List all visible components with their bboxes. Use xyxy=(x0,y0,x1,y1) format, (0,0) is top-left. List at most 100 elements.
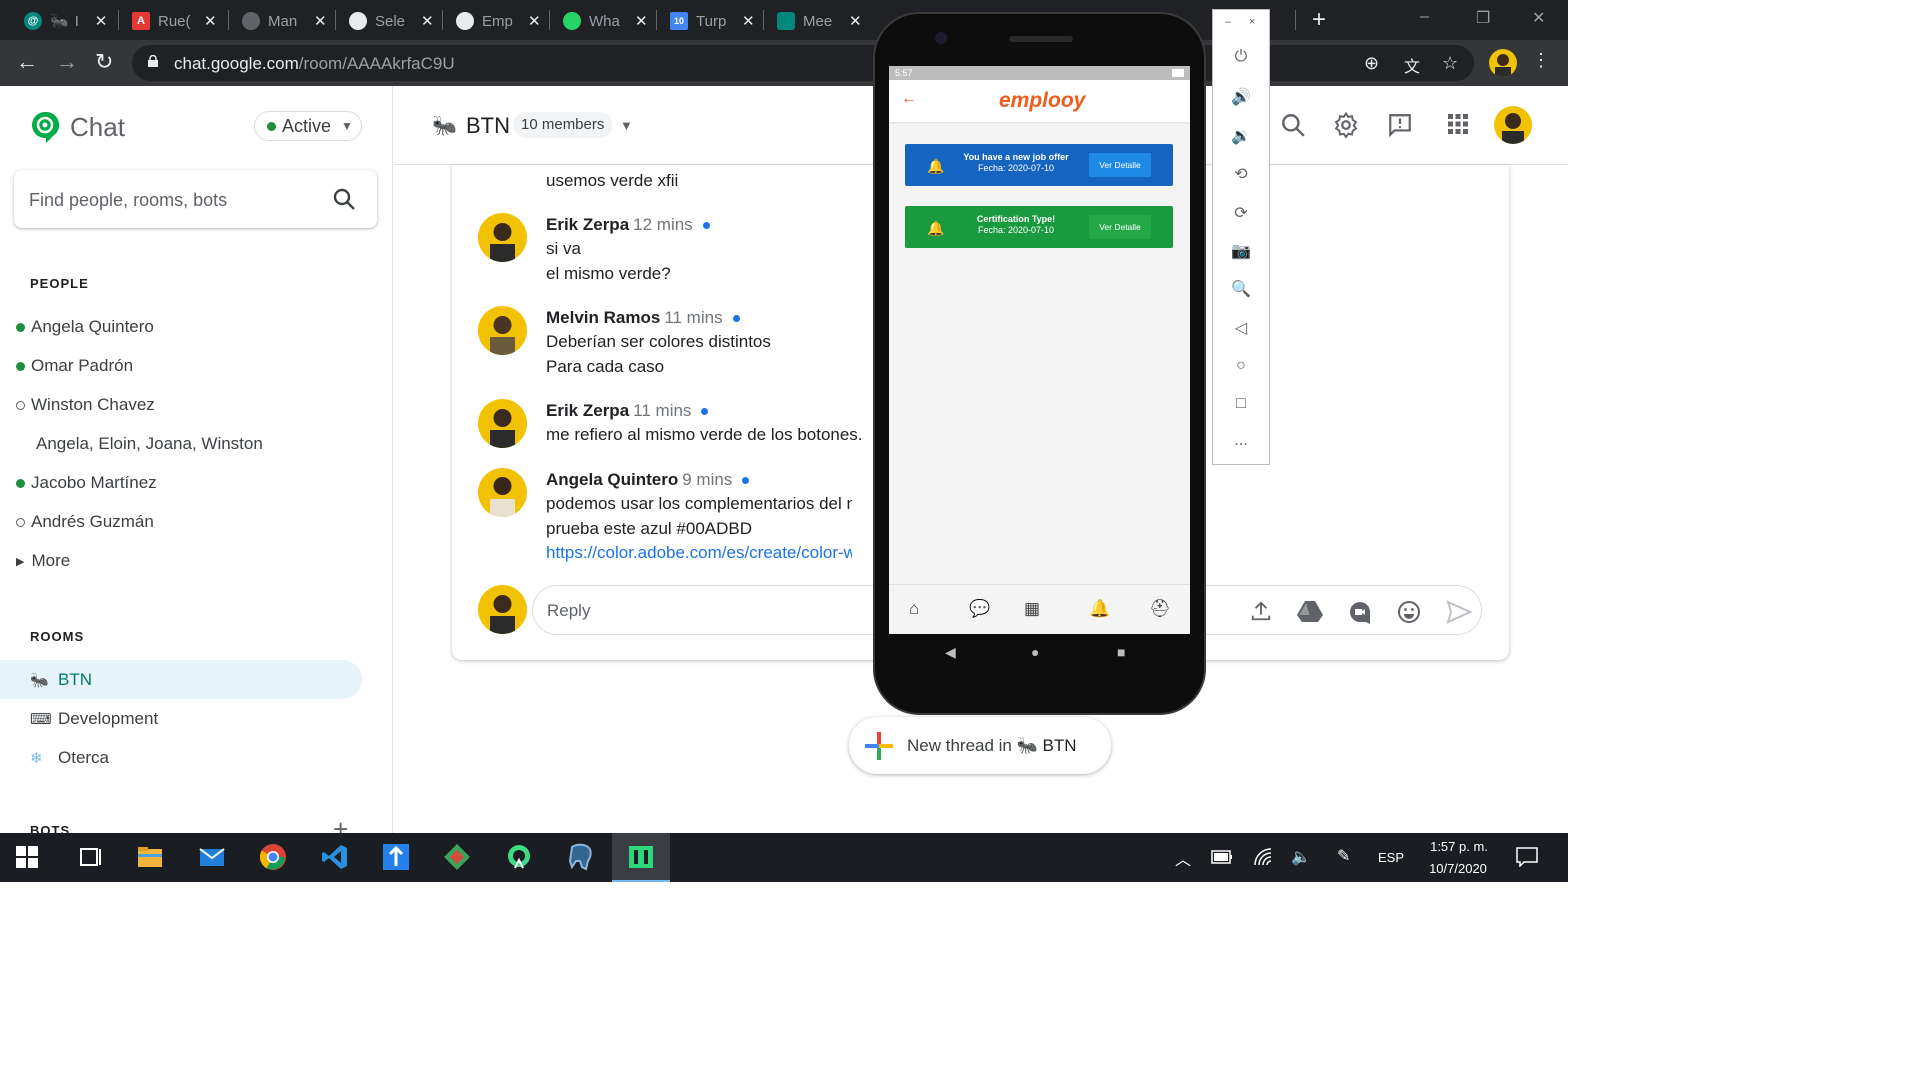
android-emulator-icon[interactable] xyxy=(627,843,655,871)
chevron-down-icon[interactable]: ▼ xyxy=(620,118,633,133)
vscode-icon[interactable] xyxy=(321,843,349,871)
avatar[interactable] xyxy=(478,399,527,448)
sidebar-item-person[interactable]: Jacobo Martínez xyxy=(16,473,157,493)
tab-6[interactable]: Wha ✕ xyxy=(563,6,648,36)
pen-icon[interactable]: ✎ xyxy=(1337,846,1350,866)
upload-icon[interactable] xyxy=(1250,600,1272,622)
avatar[interactable] xyxy=(478,468,527,517)
restore-window-icon[interactable]: ❐ xyxy=(1476,8,1490,28)
bell-icon[interactable]: 🔔 xyxy=(1089,599,1110,619)
volume-up-icon[interactable]: 🔊 xyxy=(1213,87,1269,107)
close-window-icon[interactable]: ✕ xyxy=(1532,8,1545,28)
back-triangle-icon[interactable]: ◁ xyxy=(1213,318,1269,338)
members-badge[interactable]: 10 members xyxy=(513,112,613,138)
sidebar-item-room-oterca[interactable]: ❄ Oterca xyxy=(0,738,362,777)
close-tab-icon[interactable]: ✕ xyxy=(95,12,108,30)
tab-8[interactable]: Mee ✕ xyxy=(777,6,862,36)
search-input[interactable]: Find people, rooms, bots xyxy=(14,170,377,228)
add-bot-button[interactable]: + xyxy=(333,814,348,833)
gear-icon[interactable] xyxy=(1333,112,1359,138)
close-tab-icon[interactable]: ✕ xyxy=(742,12,755,30)
sidebar-item-person[interactable]: Andrés Guzmán xyxy=(16,512,154,532)
rotate-right-icon[interactable]: ⟳ xyxy=(1213,203,1269,223)
drive-icon[interactable] xyxy=(1297,600,1323,622)
close-tab-icon[interactable]: ✕ xyxy=(314,12,327,30)
android-studio-icon[interactable] xyxy=(505,843,533,871)
chrome-icon[interactable] xyxy=(259,843,287,871)
clock-time[interactable]: 1:57 p. m. xyxy=(1426,839,1492,854)
account-avatar[interactable] xyxy=(1494,106,1532,144)
speaker-icon[interactable]: 🔈 xyxy=(1291,847,1311,867)
new-tab-button[interactable]: + xyxy=(1312,6,1326,34)
search-icon[interactable] xyxy=(1280,112,1306,138)
file-explorer-icon[interactable] xyxy=(136,843,164,871)
close-tab-icon[interactable]: ✕ xyxy=(528,12,541,30)
more-people-button[interactable]: ▶ More xyxy=(16,551,70,571)
profile-avatar[interactable] xyxy=(1489,49,1517,77)
address-bar[interactable]: chat.google.com/room/AAAAkrfaC9U ⊕ 文 ☆ xyxy=(132,45,1474,81)
tab-4[interactable]: Sele ✕ xyxy=(349,6,434,36)
back-arrow-icon[interactable]: ← xyxy=(901,90,917,108)
apps-grid-icon[interactable] xyxy=(1446,112,1470,136)
forward-arrow-icon[interactable]: → xyxy=(56,50,78,74)
postgresql-icon[interactable] xyxy=(566,843,594,871)
browser-menu-icon[interactable]: ⋮ xyxy=(1532,50,1550,71)
feedback-icon[interactable] xyxy=(1387,112,1413,138)
view-detail-button[interactable]: Ver Detalle xyxy=(1089,215,1151,239)
meet-video-icon[interactable] xyxy=(1348,600,1372,624)
tab-3[interactable]: Man ✕ xyxy=(242,6,327,36)
emoji-icon[interactable] xyxy=(1397,600,1421,624)
send-icon[interactable] xyxy=(1446,600,1472,624)
sidebar-item-room-development[interactable]: ⌨ Development xyxy=(0,699,362,738)
back-arrow-icon[interactable]: ← xyxy=(16,50,38,74)
close-tab-icon[interactable]: ✕ xyxy=(635,12,648,30)
tab-chat[interactable]: @ 🐜 I ✕ xyxy=(24,6,107,36)
close-icon[interactable]: × xyxy=(1249,16,1255,28)
minimize-window-icon[interactable]: – xyxy=(1420,8,1429,26)
tab-5[interactable]: Emp ✕ xyxy=(456,6,541,36)
home-circle-icon[interactable]: ○ xyxy=(1213,357,1269,375)
tab-2[interactable]: A Rue( ✕ xyxy=(132,6,217,36)
rotate-left-icon[interactable]: ⟲ xyxy=(1213,164,1269,184)
close-tab-icon[interactable]: ✕ xyxy=(421,12,434,30)
sidebar-item-person[interactable]: Angela Quintero xyxy=(16,317,154,337)
search-icon[interactable] xyxy=(332,187,356,211)
zoom-icon[interactable]: 🔍 xyxy=(1213,279,1269,299)
git-kraken-icon[interactable] xyxy=(443,843,471,871)
sidebar-item-person[interactable]: Omar Padrón xyxy=(16,356,133,376)
power-icon[interactable]: ⏻ xyxy=(1213,48,1269,66)
close-tab-icon[interactable]: ✕ xyxy=(204,12,217,30)
task-view-icon[interactable] xyxy=(77,843,105,871)
more-dots-icon[interactable]: ... xyxy=(1213,432,1269,450)
translate-icon[interactable]: 文 xyxy=(1404,53,1420,77)
close-tab-icon[interactable]: ✕ xyxy=(849,12,862,30)
sidebar-item-group[interactable]: Angela, Eloin, Joana, Winston xyxy=(16,434,263,454)
notifications-icon[interactable] xyxy=(1516,847,1538,867)
clock-date[interactable]: 10/7/2020 xyxy=(1423,861,1493,876)
message-link[interactable]: https://color.adobe.com/es/create/color-… xyxy=(546,543,852,562)
volume-down-icon[interactable]: 🔉 xyxy=(1213,126,1269,146)
overview-square-icon[interactable]: □ xyxy=(1213,395,1269,413)
avatar[interactable] xyxy=(478,306,527,355)
wifi-icon[interactable] xyxy=(1253,847,1273,867)
chat-logo[interactable]: Chat xyxy=(30,110,125,144)
status-dropdown[interactable]: Active ▼ xyxy=(254,111,362,141)
chevron-up-icon[interactable]: ︿ xyxy=(1175,846,1191,870)
android-home-icon[interactable]: ● xyxy=(1031,644,1039,660)
avatar[interactable] xyxy=(478,213,527,262)
mail-icon[interactable] xyxy=(198,843,226,871)
sourcetree-icon[interactable] xyxy=(382,843,410,871)
new-thread-button[interactable]: New thread in 🐜 BTN xyxy=(849,717,1111,774)
windows-start-icon[interactable] xyxy=(16,846,38,868)
chat-bubbles-icon[interactable]: 💬 xyxy=(969,599,990,619)
sidebar-item-person[interactable]: Winston Chavez xyxy=(16,395,155,415)
minimize-icon[interactable]: – xyxy=(1225,16,1231,28)
tab-7[interactable]: 10 Turp ✕ xyxy=(670,6,755,36)
android-back-icon[interactable]: ◀ xyxy=(945,644,956,661)
view-detail-button[interactable]: Ver Detalle xyxy=(1089,153,1151,177)
battery-icon[interactable] xyxy=(1211,848,1233,866)
language-indicator[interactable]: ESP xyxy=(1378,850,1404,865)
android-recents-icon[interactable]: ■ xyxy=(1117,644,1125,660)
screenshot-camera-icon[interactable]: 📷 xyxy=(1213,241,1269,261)
sidebar-item-room-btn[interactable]: 🐜 BTN xyxy=(0,660,362,699)
